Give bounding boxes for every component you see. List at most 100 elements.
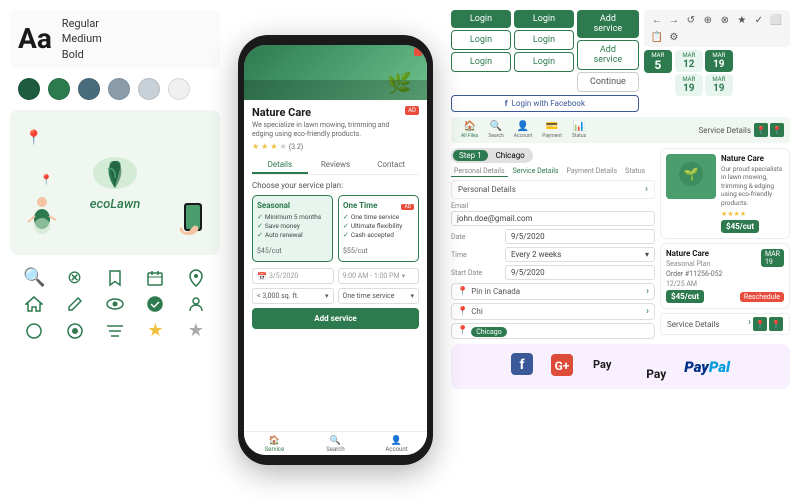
- home-icon[interactable]: [18, 296, 50, 312]
- plan-one-time[interactable]: One Time AD ✓One time service ✓Ultimate …: [338, 195, 419, 262]
- toolbar-check-icon[interactable]: ✓: [752, 13, 766, 27]
- bookmark-icon[interactable]: [99, 267, 131, 288]
- date-card-mar5[interactable]: MAR 5: [644, 50, 672, 73]
- service-detail-tabs: Personal Details Service Details Payment…: [451, 166, 655, 177]
- date-card-mar12[interactable]: MAR 12: [675, 50, 703, 72]
- toolbar-square-icon[interactable]: ⬜: [769, 13, 783, 27]
- nav-payment[interactable]: 💳 Payment: [538, 120, 566, 140]
- phone-area-select[interactable]: < 3,000 sq. ft.▾: [252, 288, 334, 304]
- phone-screen: 🌿 Nature Care We specialize in lawn mowi…: [244, 45, 427, 455]
- service-card-price-1: $45/cut: [721, 220, 759, 233]
- service-pin-icon[interactable]: 📍: [753, 317, 767, 331]
- toolbar-star-icon[interactable]: ★: [735, 13, 749, 27]
- service-details-link[interactable]: Service Details › 📍 📍: [660, 313, 790, 335]
- paypal-payment-icon[interactable]: PayPal: [684, 357, 730, 376]
- step-toggle[interactable]: Step 1 Chicago: [451, 148, 533, 163]
- login-btn-3[interactable]: Login: [451, 52, 511, 72]
- personal-details-label: Personal Details: [458, 185, 516, 194]
- payment-section: f G+ Pay Pay PayPal: [451, 344, 790, 389]
- login-btn-2[interactable]: Login: [451, 30, 511, 50]
- check-circle-icon[interactable]: [139, 296, 171, 312]
- email-label: Email: [451, 202, 655, 210]
- add-service-btn-2[interactable]: Add service: [577, 40, 639, 70]
- star-full-icon[interactable]: ★: [139, 320, 171, 341]
- google-plus-payment-icon[interactable]: G+: [551, 354, 573, 380]
- toolbar-back-icon[interactable]: ←: [650, 13, 664, 27]
- account-icon-nav: 👤: [517, 121, 529, 132]
- toolbar-add-icon[interactable]: ⊕: [701, 13, 715, 27]
- search-icon[interactable]: 🔍: [18, 267, 50, 288]
- login-btn-6[interactable]: Login: [514, 52, 574, 72]
- reschedule-badge[interactable]: Reschedule: [740, 292, 784, 302]
- service-pin-icon-2[interactable]: 📍: [769, 317, 783, 331]
- date-card-mar19-2[interactable]: MAR 19: [675, 74, 703, 96]
- phone-service-select[interactable]: One time service▾: [338, 288, 420, 304]
- tab-payment-details[interactable]: Payment Details: [564, 166, 621, 177]
- phone-date-input[interactable]: 📅 3/5/2020: [252, 268, 334, 284]
- plan-seasonal[interactable]: Seasonal ✓Minimum 5 months ✓Save money ✓…: [252, 195, 333, 262]
- toolbar-refresh-icon[interactable]: ↺: [684, 13, 698, 27]
- circle-icon[interactable]: [18, 320, 50, 341]
- nav-all-files[interactable]: 🏠 All Files: [457, 120, 482, 140]
- login-btn-1[interactable]: Login: [451, 10, 511, 28]
- nav-account[interactable]: 👤 Account: [510, 120, 537, 140]
- toolbar-copy-icon[interactable]: 📋: [650, 30, 664, 44]
- map-pin-icon[interactable]: [180, 267, 212, 288]
- tab-details[interactable]: Details: [252, 157, 308, 174]
- phone-nav-account[interactable]: 👤 Account: [366, 436, 427, 453]
- toolbar-close-icon[interactable]: ⊗: [718, 13, 732, 27]
- service-details-chevron[interactable]: ›: [748, 317, 751, 331]
- filter-icon[interactable]: [99, 320, 131, 341]
- time-select[interactable]: Every 2 weeks▾: [505, 247, 655, 262]
- phone-nav-search[interactable]: 🔍 Search: [305, 436, 366, 453]
- nav-search[interactable]: 🔍 Search: [484, 120, 507, 140]
- location-chevron-1[interactable]: ›: [646, 286, 649, 297]
- rating-text: (3.2): [289, 143, 304, 151]
- tab-reviews[interactable]: Reviews: [308, 157, 364, 174]
- tab-personal-details[interactable]: Personal Details: [451, 166, 508, 177]
- phone-time-input[interactable]: 9:00 AM - 1:00 PM ▾: [338, 268, 420, 284]
- toolbar-section: ← → ↺ ⊕ ⊗ ★ ✓ ⬜ 📋 ⚙: [644, 10, 790, 47]
- phone-nav-service[interactable]: 🏠 Service: [244, 436, 305, 453]
- tab-status[interactable]: Status: [622, 166, 648, 177]
- edit-icon[interactable]: [58, 296, 90, 312]
- step1-option[interactable]: Step 1: [453, 150, 488, 161]
- start-date-input[interactable]: 9/5/2020: [505, 265, 655, 280]
- date-input[interactable]: 9/5/2020: [505, 229, 655, 244]
- facebook-payment-icon[interactable]: f: [511, 353, 533, 380]
- personal-details-chevron[interactable]: ›: [645, 184, 648, 195]
- nav-status[interactable]: 📊 Status: [568, 120, 590, 140]
- service-cards-col: 🌱 Nature Care Our proud specialists in l…: [660, 148, 790, 335]
- toolbar-forward-icon[interactable]: →: [667, 13, 681, 27]
- chicago-option[interactable]: Chicago: [490, 150, 531, 161]
- email-input[interactable]: john.doe@gmail.com: [451, 211, 655, 226]
- add-service-btn-1[interactable]: Add service: [577, 10, 639, 38]
- service-details-right: Service Details 📍 📍: [699, 123, 785, 137]
- toolbar-settings-icon[interactable]: ⚙: [667, 30, 681, 44]
- facebook-login-btn[interactable]: f Login with Facebook: [451, 95, 639, 112]
- color-green-dark: [18, 78, 40, 100]
- login-btn-4[interactable]: Login: [514, 10, 574, 28]
- date-field-row: Date 9/5/2020: [451, 229, 655, 244]
- apple-pay-icon[interactable]: Pay Pay: [591, 352, 666, 381]
- login-col-1: Login Login Login: [451, 10, 511, 92]
- location-chevron-2[interactable]: ›: [646, 306, 649, 317]
- service-detail-pin-icon[interactable]: 📍: [754, 123, 768, 137]
- star-rating: ★ ★ ★ ★ (3.2): [252, 142, 405, 151]
- tab-service-details[interactable]: Service Details: [510, 166, 562, 177]
- add-service-button[interactable]: Add service: [252, 308, 419, 329]
- person-icon[interactable]: [180, 296, 212, 312]
- date-card-mar19-1[interactable]: MAR 19: [705, 50, 733, 72]
- phone-tabs: Details Reviews Contact: [252, 157, 419, 175]
- date-card-mar19-3[interactable]: MAR 19: [705, 74, 733, 96]
- close-circle-icon[interactable]: ⊗: [58, 267, 90, 288]
- tab-contact[interactable]: Contact: [363, 157, 419, 174]
- radio-icon[interactable]: [58, 320, 90, 341]
- continue-btn[interactable]: Continue: [577, 72, 639, 92]
- eye-icon[interactable]: [99, 296, 131, 312]
- calendar-icon[interactable]: [139, 267, 171, 288]
- service-detail-pin-icon-2[interactable]: 📍: [770, 123, 784, 137]
- login-btn-5[interactable]: Login: [514, 30, 574, 50]
- service-card-info-1: Nature Care Our proud specialists in law…: [721, 154, 784, 233]
- plan-one-time-feature-1: ✓One time service: [343, 213, 414, 221]
